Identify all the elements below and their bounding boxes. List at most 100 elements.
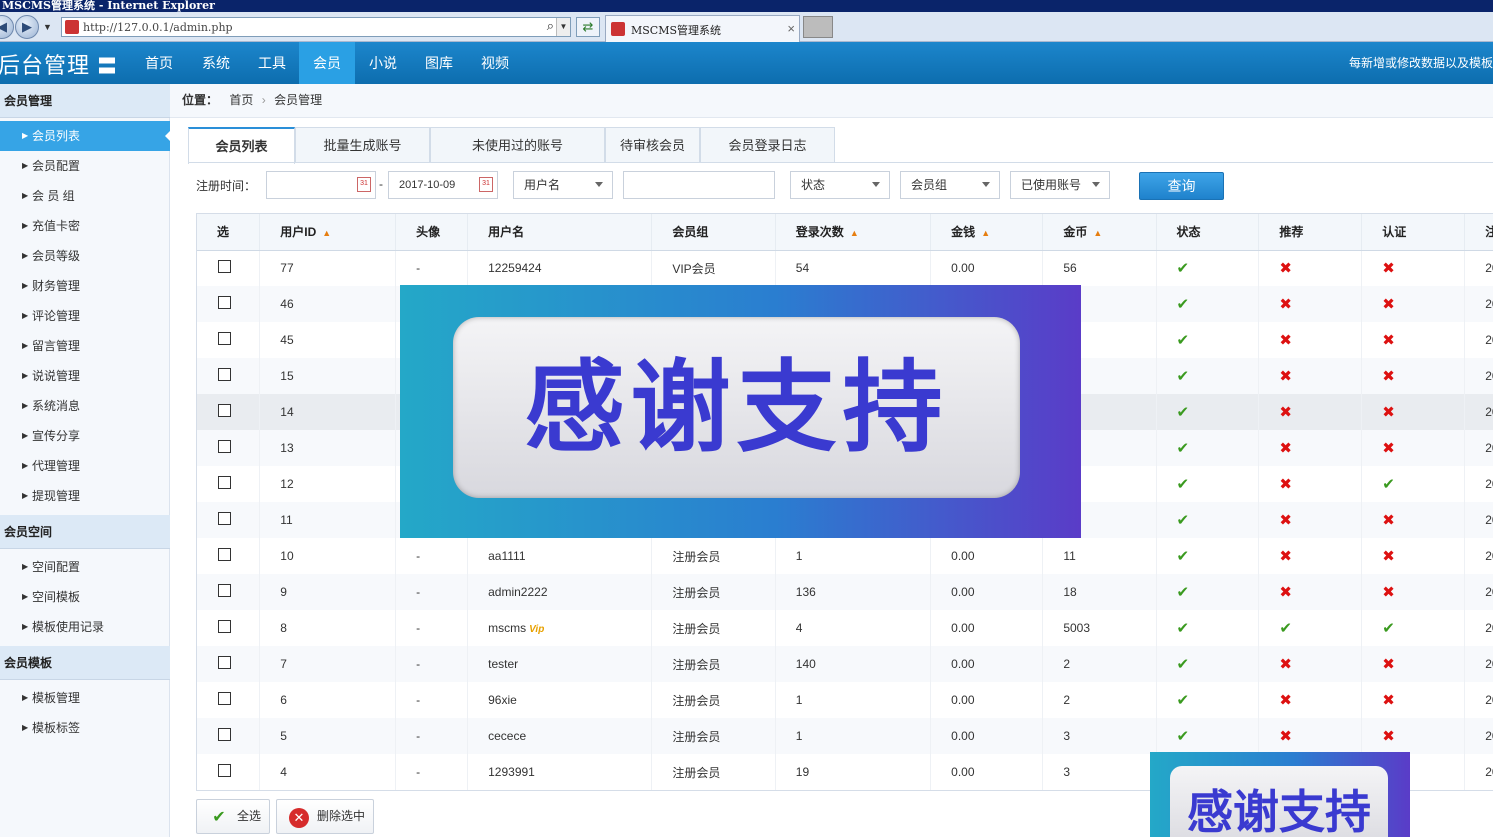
check-icon[interactable]: ✔ [1177, 512, 1190, 529]
check-icon[interactable]: ✔ [1177, 260, 1190, 277]
sidebar-item[interactable]: ▶ 会员等级 [0, 241, 170, 271]
sidebar-item[interactable]: ▶ 评论管理 [0, 301, 170, 331]
cross-icon[interactable]: ✖ [1279, 692, 1292, 709]
sidebar-group-title[interactable]: 会员空间 [0, 515, 170, 549]
row-checkbox[interactable] [218, 548, 231, 561]
top-nav-item[interactable]: 系统 [189, 42, 243, 84]
select-all-button[interactable]: ✔ 全选 [196, 799, 270, 834]
row-checkbox[interactable] [218, 296, 231, 309]
column-header[interactable]: 金钱 ▲ [930, 214, 1044, 251]
top-nav-item[interactable]: 会员 [299, 42, 355, 84]
sidebar-item[interactable]: ▶ 空间模板 [0, 582, 170, 612]
check-icon[interactable]: ✔ [1177, 656, 1190, 673]
row-checkbox[interactable] [218, 440, 231, 453]
cross-icon[interactable]: ✖ [1382, 656, 1395, 673]
row-checkbox[interactable] [218, 368, 231, 381]
field-select[interactable]: 用户名 [513, 171, 613, 199]
cross-icon[interactable]: ✖ [1382, 404, 1395, 421]
check-icon[interactable]: ✔ [1177, 692, 1190, 709]
row-checkbox[interactable] [218, 332, 231, 345]
row-checkbox[interactable] [218, 692, 231, 705]
column-header[interactable]: 金币 ▲ [1042, 214, 1157, 251]
cross-icon[interactable]: ✖ [1382, 548, 1395, 565]
row-checkbox[interactable] [218, 728, 231, 741]
back-button[interactable]: ◀ [0, 15, 14, 39]
check-icon[interactable]: ✔ [1177, 404, 1190, 421]
sort-asc-icon[interactable]: ▲ [1093, 228, 1102, 238]
check-icon[interactable]: ✔ [1382, 620, 1395, 637]
cross-icon[interactable]: ✖ [1382, 296, 1395, 313]
query-button[interactable]: 查询 [1139, 172, 1224, 200]
check-icon[interactable]: ✔ [1177, 440, 1190, 457]
cross-icon[interactable]: ✖ [1279, 656, 1292, 673]
cross-icon[interactable]: ✖ [1382, 260, 1395, 277]
address-bar[interactable]: http://127.0.0.1/admin.php ⌕ ▼ [61, 17, 571, 37]
account-select[interactable]: 已使用账号 [1010, 171, 1110, 199]
cross-icon[interactable]: ✖ [1279, 728, 1292, 745]
cross-icon[interactable]: ✖ [1279, 440, 1292, 457]
cross-icon[interactable]: ✖ [1279, 476, 1292, 493]
cross-icon[interactable]: ✖ [1382, 584, 1395, 601]
cross-icon[interactable]: ✖ [1382, 368, 1395, 385]
tab-3[interactable]: 未使用过的账号 [430, 127, 605, 163]
sidebar-group-title[interactable]: 会员管理 [0, 84, 170, 118]
cross-icon[interactable]: ✖ [1279, 260, 1292, 277]
check-icon[interactable]: ✔ [1177, 368, 1190, 385]
check-icon[interactable]: ✔ [1177, 728, 1190, 745]
top-nav-item[interactable]: 首页 [132, 42, 186, 84]
top-nav-item[interactable]: 工具 [245, 42, 299, 84]
check-icon[interactable]: ✔ [1279, 620, 1292, 637]
tab-5[interactable]: 会员登录日志 [700, 127, 835, 163]
row-checkbox[interactable] [218, 260, 231, 274]
sidebar-item[interactable]: ▶ 留言管理 [0, 331, 170, 361]
refresh-button[interactable]: ⇄ [576, 17, 600, 37]
forward-button[interactable]: ▶ [15, 15, 39, 39]
sidebar-item[interactable]: ▶ 会员列表 [0, 121, 171, 151]
sidebar-item[interactable]: ▶ 模板管理 [0, 683, 170, 713]
status-select[interactable]: 状态 [790, 171, 890, 199]
cross-icon[interactable]: ✖ [1279, 368, 1292, 385]
sidebar-item[interactable]: ▶ 财务管理 [0, 271, 170, 301]
sidebar-item[interactable]: ▶ 充值卡密 [0, 211, 170, 241]
breadcrumb-home[interactable]: 首页 [229, 93, 253, 107]
cross-icon[interactable]: ✖ [1279, 332, 1292, 349]
sidebar-item[interactable]: ▶ 说说管理 [0, 361, 170, 391]
sidebar-item[interactable]: ▶ 宣传分享 [0, 421, 170, 451]
sidebar-item[interactable]: ▶ 代理管理 [0, 451, 170, 481]
cross-icon[interactable]: ✖ [1382, 728, 1395, 745]
check-icon[interactable]: ✔ [1382, 476, 1395, 493]
tab-1[interactable]: 会员列表 [188, 127, 295, 164]
tab-close-icon[interactable]: × [787, 21, 795, 36]
tab-2[interactable]: 批量生成账号 [295, 127, 430, 163]
row-checkbox[interactable] [218, 404, 231, 417]
history-dropdown-icon[interactable]: ▼ [43, 22, 52, 32]
sidebar-item[interactable]: ▶ 空间配置 [0, 552, 170, 582]
browser-tab[interactable]: MSCMS管理系统 × [605, 15, 800, 42]
row-checkbox[interactable] [218, 584, 231, 597]
check-icon[interactable]: ✔ [1177, 296, 1190, 313]
top-nav-item[interactable]: 小说 [356, 42, 410, 84]
sidebar-group-title[interactable]: 会员模板 [0, 646, 170, 680]
sidebar-item[interactable]: ▶ 模板标签 [0, 713, 170, 743]
group-select[interactable]: 会员组 [900, 171, 1000, 199]
cross-icon[interactable]: ✖ [1382, 692, 1395, 709]
sidebar-item[interactable]: ▶ 会员配置 [0, 151, 170, 181]
search-icon[interactable]: ⌕ [547, 18, 554, 34]
top-nav-item[interactable]: 图库 [412, 42, 466, 84]
row-checkbox[interactable] [218, 764, 231, 777]
column-header[interactable]: 登录次数 ▲ [775, 214, 932, 251]
sort-asc-icon[interactable]: ▲ [850, 228, 859, 238]
sidebar-item[interactable]: ▶ 模板使用记录 [0, 612, 170, 642]
cross-icon[interactable]: ✖ [1279, 548, 1292, 565]
sidebar-item[interactable]: ▶ 提现管理 [0, 481, 170, 511]
date-from-input[interactable]: 31 [266, 171, 376, 199]
new-tab-button[interactable] [803, 16, 833, 38]
sort-asc-icon[interactable]: ▲ [322, 228, 331, 238]
row-checkbox[interactable] [218, 512, 231, 525]
cross-icon[interactable]: ✖ [1382, 332, 1395, 349]
check-icon[interactable]: ✔ [1177, 332, 1190, 349]
check-icon[interactable]: ✔ [1177, 476, 1190, 493]
tab-4[interactable]: 待审核会员 [605, 127, 700, 163]
row-checkbox[interactable] [218, 476, 231, 489]
sidebar-item[interactable]: ▶ 会 员 组 [0, 181, 170, 211]
